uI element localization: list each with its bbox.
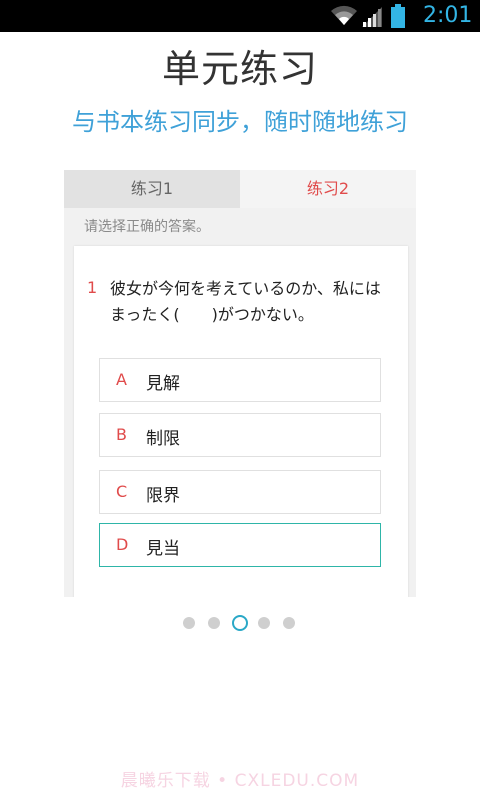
- tab-bar: 练习1 练习2: [64, 170, 416, 208]
- wifi-icon: [331, 5, 357, 25]
- question-panel: 1 彼女が今何を考えているのか、私にはまったく( )がつかない。 A 見解 B …: [74, 246, 408, 597]
- option-letter: A: [116, 370, 127, 389]
- option-c[interactable]: C 限界: [99, 470, 381, 514]
- page-title: 单元练习: [161, 47, 318, 91]
- option-text: 限界: [146, 486, 180, 506]
- option-text: 見解: [146, 374, 180, 394]
- battery-icon: [391, 4, 405, 28]
- status-bar: 2:01: [0, 0, 480, 32]
- page-dot-4[interactable]: [258, 617, 270, 629]
- signal-icon: [362, 7, 382, 27]
- option-text: 見当: [146, 539, 180, 559]
- page-subtitle: 与书本练习同步，随时随地练习: [72, 108, 408, 136]
- tab-practice-1[interactable]: 练习1: [64, 170, 240, 208]
- question-text: 彼女が今何を考えているのか、私にはまったく( )がつかない。: [110, 279, 381, 324]
- option-letter: C: [116, 482, 128, 501]
- practice-card: 练习1 练习2 请选择正确的答案。 1 彼女が今何を考えているのか、私にはまった…: [64, 170, 416, 597]
- page-dot-3-active[interactable]: [232, 615, 248, 631]
- option-letter: B: [116, 425, 127, 444]
- option-a[interactable]: A 見解: [99, 358, 381, 402]
- option-d[interactable]: D 見当: [99, 523, 381, 567]
- question-number: 1: [87, 278, 98, 297]
- page-indicator: [0, 613, 480, 633]
- option-b[interactable]: B 制限: [99, 413, 381, 457]
- page-dot-1[interactable]: [183, 617, 195, 629]
- tab-practice-2[interactable]: 练习2: [240, 170, 416, 208]
- status-time: 2:01: [423, 3, 473, 28]
- watermark-text: 晨曦乐下载 • CXLEDU.COM: [120, 771, 360, 791]
- option-text: 制限: [146, 429, 180, 449]
- page-dot-2[interactable]: [208, 617, 220, 629]
- option-letter: D: [116, 535, 129, 554]
- page-dot-5[interactable]: [283, 617, 295, 629]
- instruction-text: 请选择正确的答案。: [84, 219, 210, 235]
